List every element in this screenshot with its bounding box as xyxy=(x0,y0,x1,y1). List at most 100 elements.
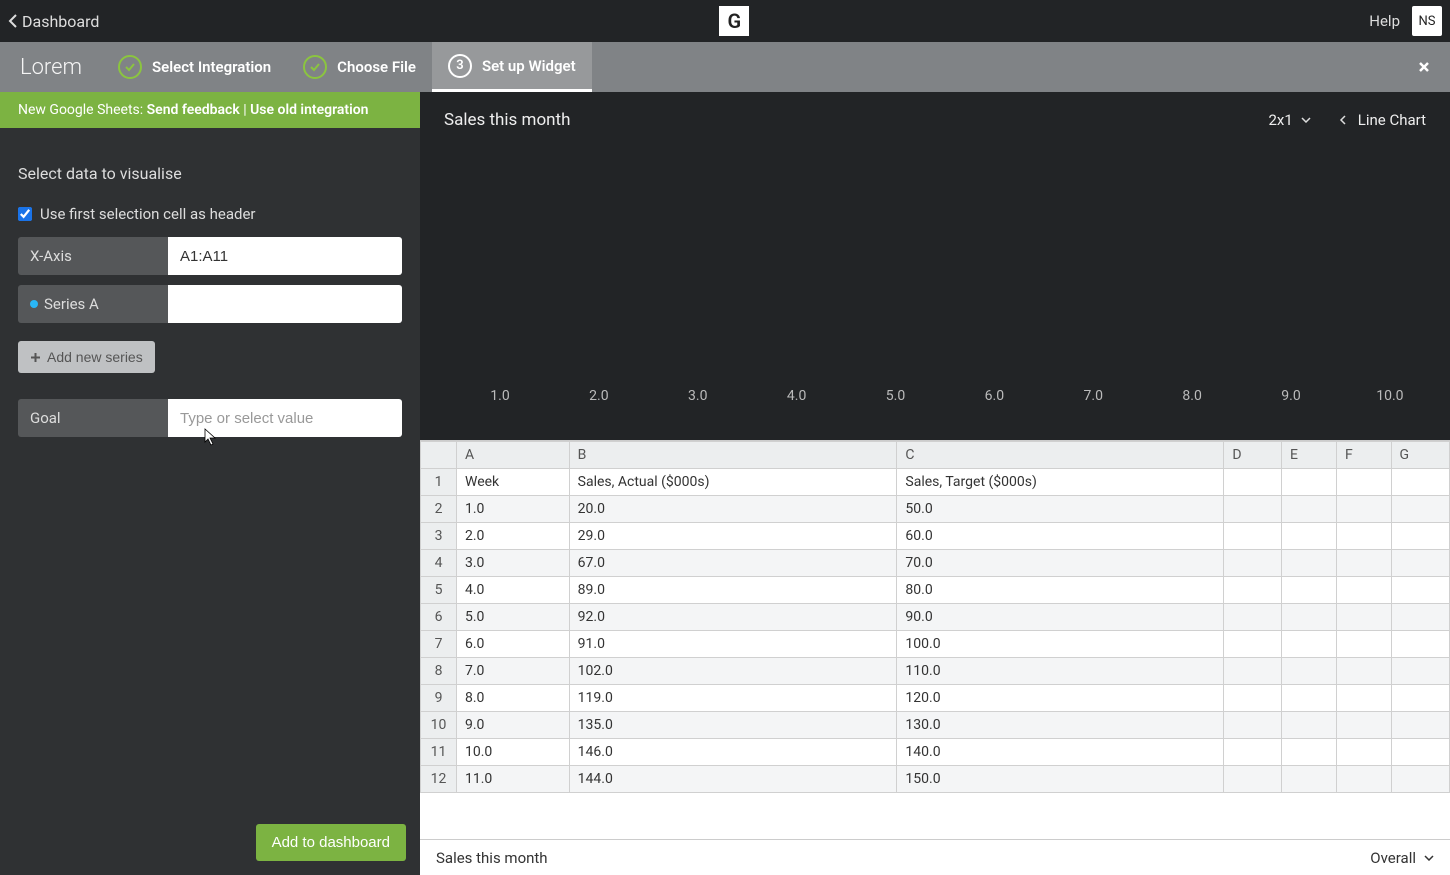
cell[interactable]: 70.0 xyxy=(897,550,1224,577)
cell[interactable] xyxy=(1337,604,1392,631)
cell[interactable] xyxy=(1391,658,1450,685)
cell[interactable] xyxy=(1224,685,1282,712)
cell[interactable] xyxy=(1282,523,1337,550)
cell[interactable] xyxy=(1391,496,1450,523)
row-header[interactable]: 4 xyxy=(421,550,457,577)
add-to-dashboard-button[interactable]: Add to dashboard xyxy=(256,824,406,861)
xaxis-input[interactable] xyxy=(168,237,402,275)
column-header[interactable]: C xyxy=(897,442,1224,469)
cell[interactable]: 89.0 xyxy=(569,577,897,604)
sheet-table[interactable]: ABCDEFG 1WeekSales, Actual ($000s)Sales,… xyxy=(420,441,1450,793)
cell[interactable]: 20.0 xyxy=(569,496,897,523)
cell[interactable]: 146.0 xyxy=(569,739,897,766)
cell[interactable] xyxy=(1224,739,1282,766)
cell[interactable] xyxy=(1282,739,1337,766)
widget-size-selector[interactable]: 2x1 xyxy=(1268,111,1310,129)
row-header[interactable]: 9 xyxy=(421,685,457,712)
cell[interactable] xyxy=(1391,604,1450,631)
cell[interactable] xyxy=(1337,712,1392,739)
sheet-corner[interactable] xyxy=(421,442,457,469)
cell[interactable] xyxy=(1391,685,1450,712)
cell[interactable] xyxy=(1282,469,1337,496)
cell[interactable]: 1.0 xyxy=(457,496,570,523)
column-header[interactable]: B xyxy=(569,442,897,469)
step-select-integration[interactable]: Select Integration xyxy=(102,42,287,92)
close-button[interactable] xyxy=(1418,57,1430,78)
column-header[interactable]: D xyxy=(1224,442,1282,469)
column-header[interactable]: F xyxy=(1337,442,1392,469)
cell[interactable]: 91.0 xyxy=(569,631,897,658)
cell[interactable]: 2.0 xyxy=(457,523,570,550)
cell[interactable]: 6.0 xyxy=(457,631,570,658)
row-header[interactable]: 3 xyxy=(421,523,457,550)
row-header[interactable]: 6 xyxy=(421,604,457,631)
row-header[interactable]: 7 xyxy=(421,631,457,658)
cell[interactable]: 100.0 xyxy=(897,631,1224,658)
row-header[interactable]: 11 xyxy=(421,739,457,766)
cell[interactable]: 119.0 xyxy=(569,685,897,712)
cell[interactable]: 102.0 xyxy=(569,658,897,685)
cell[interactable] xyxy=(1224,766,1282,793)
sheet-tab[interactable]: Sales this month xyxy=(436,849,548,867)
row-header[interactable]: 10 xyxy=(421,712,457,739)
spreadsheet[interactable]: ABCDEFG 1WeekSales, Actual ($000s)Sales,… xyxy=(420,440,1450,839)
cell[interactable]: 8.0 xyxy=(457,685,570,712)
cell[interactable]: 10.0 xyxy=(457,739,570,766)
row-header[interactable]: 2 xyxy=(421,496,457,523)
cell[interactable]: 144.0 xyxy=(569,766,897,793)
cell[interactable] xyxy=(1282,685,1337,712)
use-old-integration-link[interactable]: Use old integration xyxy=(250,102,368,118)
row-header[interactable]: 12 xyxy=(421,766,457,793)
cell[interactable] xyxy=(1224,631,1282,658)
cell[interactable] xyxy=(1391,766,1450,793)
cell[interactable] xyxy=(1391,631,1450,658)
row-header[interactable]: 8 xyxy=(421,658,457,685)
cell[interactable] xyxy=(1224,469,1282,496)
cell[interactable]: 80.0 xyxy=(897,577,1224,604)
cell[interactable] xyxy=(1391,712,1450,739)
cell[interactable] xyxy=(1337,523,1392,550)
cell[interactable] xyxy=(1224,604,1282,631)
cell[interactable]: 67.0 xyxy=(569,550,897,577)
user-avatar[interactable]: NS xyxy=(1412,6,1442,36)
cell[interactable] xyxy=(1337,658,1392,685)
cell[interactable]: 130.0 xyxy=(897,712,1224,739)
cell[interactable]: 5.0 xyxy=(457,604,570,631)
column-header[interactable]: E xyxy=(1282,442,1337,469)
cell[interactable] xyxy=(1337,739,1392,766)
cell[interactable]: 3.0 xyxy=(457,550,570,577)
chart-type-selector[interactable]: Line Chart xyxy=(1339,111,1426,129)
cell[interactable] xyxy=(1391,469,1450,496)
cell[interactable] xyxy=(1282,496,1337,523)
cell[interactable]: 92.0 xyxy=(569,604,897,631)
app-logo[interactable]: G xyxy=(719,6,749,36)
step-set-up-widget[interactable]: 3 Set up Widget xyxy=(432,42,592,92)
back-button[interactable]: Dashboard xyxy=(8,12,99,31)
cell[interactable]: Sales, Actual ($000s) xyxy=(569,469,897,496)
series-a-input[interactable] xyxy=(168,285,402,323)
cell[interactable]: 7.0 xyxy=(457,658,570,685)
use-header-checkbox-row[interactable]: Use first selection cell as header xyxy=(18,205,402,223)
cell[interactable]: Week xyxy=(457,469,570,496)
cell[interactable]: 29.0 xyxy=(569,523,897,550)
column-header[interactable]: A xyxy=(457,442,570,469)
column-header[interactable]: G xyxy=(1391,442,1450,469)
cell[interactable] xyxy=(1282,658,1337,685)
cell[interactable] xyxy=(1224,496,1282,523)
cell[interactable] xyxy=(1224,712,1282,739)
cell[interactable] xyxy=(1224,658,1282,685)
cell[interactable] xyxy=(1337,631,1392,658)
use-header-checkbox[interactable] xyxy=(18,207,32,221)
cell[interactable]: 110.0 xyxy=(897,658,1224,685)
cell[interactable]: 135.0 xyxy=(569,712,897,739)
cell[interactable]: 60.0 xyxy=(897,523,1224,550)
cell[interactable] xyxy=(1337,550,1392,577)
cell[interactable]: Sales, Target ($000s) xyxy=(897,469,1224,496)
cell[interactable] xyxy=(1282,712,1337,739)
cell[interactable] xyxy=(1337,496,1392,523)
row-header[interactable]: 5 xyxy=(421,577,457,604)
cell[interactable] xyxy=(1282,604,1337,631)
cell[interactable]: 150.0 xyxy=(897,766,1224,793)
cell[interactable] xyxy=(1282,631,1337,658)
cell[interactable]: 4.0 xyxy=(457,577,570,604)
